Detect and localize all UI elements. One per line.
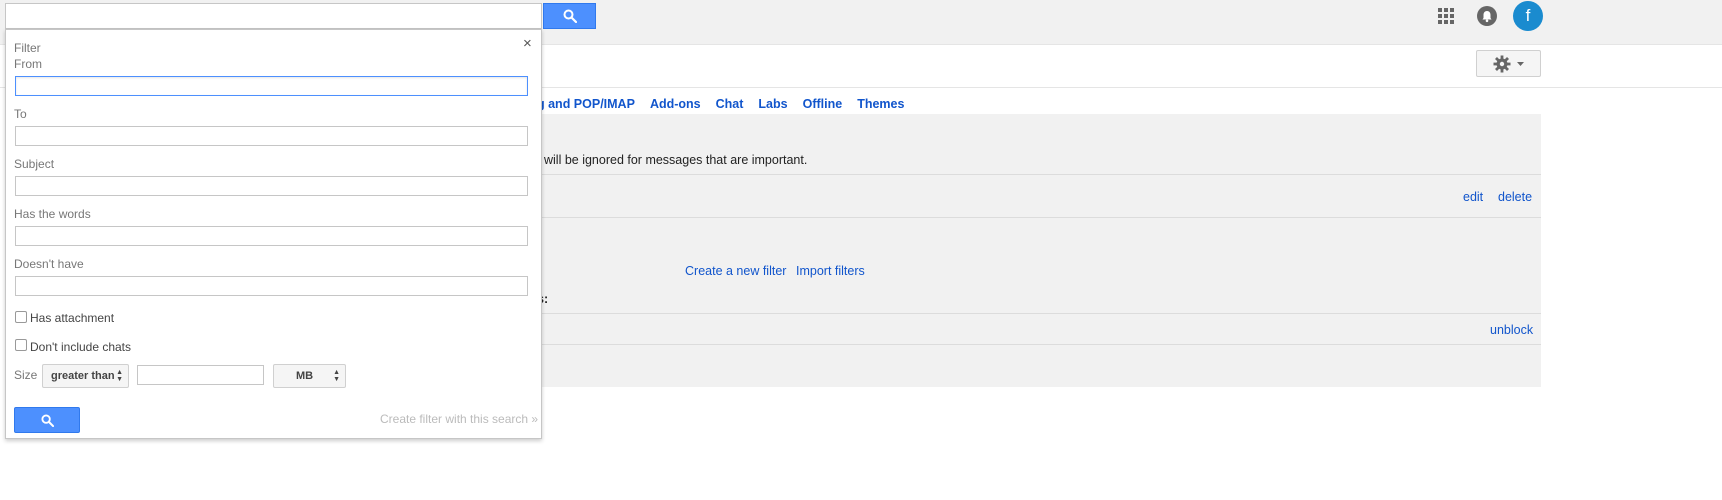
size-unit-select[interactable]: MB ▲ ▼ (273, 364, 346, 388)
notifications-bell-icon[interactable] (1477, 6, 1497, 26)
filters-settings-panel: will be ignored for messages that are im… (537, 114, 1541, 387)
to-label: To (14, 107, 27, 121)
dont-include-chats-checkbox[interactable] (15, 339, 27, 351)
size-operator-select[interactable]: greater than ▲ ▼ (42, 364, 129, 388)
filter-title: Filter (14, 41, 41, 55)
has-words-label: Has the words (14, 207, 91, 221)
size-operator-value: greater than (51, 370, 115, 382)
has-words-field[interactable] (15, 226, 528, 246)
create-new-filter-link[interactable]: Create a new filter (685, 264, 786, 278)
settings-button[interactable] (1476, 50, 1541, 77)
apps-grid-icon[interactable] (1437, 7, 1455, 25)
doesnt-have-field[interactable] (15, 276, 528, 296)
tab-forwarding-pop-imap[interactable]: g and POP/IMAP (537, 97, 635, 111)
doesnt-have-label: Doesn't have (14, 257, 84, 271)
import-filters-link[interactable]: Import filters (796, 264, 865, 278)
important-note: will be ignored for messages that are im… (544, 153, 808, 167)
search-icon (563, 9, 577, 23)
unblock-link[interactable]: unblock (1490, 323, 1533, 337)
size-value-input[interactable] (137, 365, 264, 385)
search-button[interactable] (543, 3, 596, 29)
divider (537, 217, 1541, 218)
from-label: From (14, 57, 42, 71)
tab-chat[interactable]: Chat (716, 97, 744, 111)
search-input[interactable] (5, 3, 542, 29)
account-avatar[interactable]: f (1513, 1, 1543, 31)
to-field[interactable] (15, 126, 528, 146)
edit-filter-link[interactable]: edit (1463, 190, 1483, 204)
gear-icon (1493, 55, 1511, 72)
delete-filter-link[interactable]: delete (1498, 190, 1532, 204)
up-down-arrows-icon: ▲ ▼ (333, 369, 340, 383)
size-unit-value: MB (296, 370, 314, 382)
subject-field[interactable] (15, 176, 528, 196)
divider (537, 344, 1541, 345)
search-submit-button[interactable] (14, 407, 80, 433)
tab-add-ons[interactable]: Add-ons (650, 97, 701, 111)
dont-include-chats-label: Don't include chats (30, 340, 132, 354)
search-filter-dropdown: Filter × From To Subject Has the words D… (5, 29, 542, 439)
has-attachment-label: Has attachment (30, 311, 115, 325)
divider (537, 174, 1541, 175)
divider (537, 313, 1541, 314)
settings-tabs: g and POP/IMAP Add-ons Chat Labs Offline… (537, 97, 919, 111)
subject-label: Subject (14, 157, 55, 171)
size-label: Size (14, 368, 38, 382)
search-icon (40, 413, 54, 427)
tab-themes[interactable]: Themes (857, 97, 904, 111)
create-filter-link[interactable]: Create filter with this search » (380, 412, 538, 426)
has-attachment-checkbox[interactable] (15, 311, 27, 323)
close-icon[interactable]: × (523, 35, 532, 52)
chevron-down-icon (1517, 61, 1524, 66)
tab-offline[interactable]: Offline (803, 97, 843, 111)
tab-labs[interactable]: Labs (758, 97, 787, 111)
from-field[interactable] (15, 76, 528, 96)
up-down-arrows-icon: ▲ ▼ (116, 369, 123, 383)
